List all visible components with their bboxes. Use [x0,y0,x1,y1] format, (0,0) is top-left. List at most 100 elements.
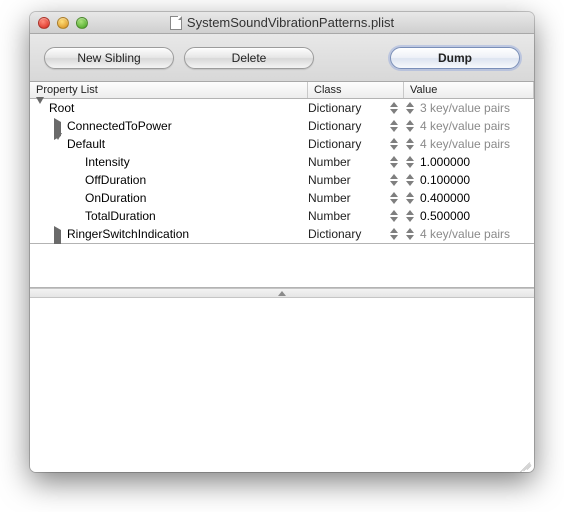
table-row[interactable]: TotalDurationNumber 0.500000 [30,207,534,225]
window-controls [30,17,88,29]
cell-property: Default [30,137,308,151]
class-stepper-icon[interactable] [390,209,398,223]
disclosure-none [72,158,81,167]
value-stepper-icon[interactable] [406,227,414,241]
header-value[interactable]: Value [404,82,534,98]
class-label: Number [308,155,351,169]
class-stepper-icon[interactable] [390,155,398,169]
cell-property: Root [30,101,308,115]
chevron-right-icon[interactable] [54,230,63,239]
cell-value: 4 key/value pairs [404,137,534,151]
value-text: 4 key/value pairs [420,119,510,133]
value-stepper-icon[interactable] [406,137,414,151]
grip-icon [278,291,286,296]
disclosure-none [72,194,81,203]
class-label: Number [308,209,351,223]
zoom-icon[interactable] [76,17,88,29]
value-stepper-icon[interactable] [406,173,414,187]
class-stepper-icon[interactable] [390,227,398,241]
split-handle[interactable] [30,288,534,298]
class-label: Dictionary [308,101,361,115]
table-header: Property List Class Value [30,82,534,99]
cell-class: Dictionary [308,101,404,115]
resize-handle[interactable] [518,456,532,470]
close-icon[interactable] [38,17,50,29]
class-label: Number [308,173,351,187]
table-body: Root Dictionary 3 key/value pairs Connected… [30,99,534,244]
class-label: Dictionary [308,227,361,241]
class-stepper-icon[interactable] [390,173,398,187]
toolbar: New Sibling Delete Dump [30,34,534,82]
property-name: Intensity [85,155,130,169]
value-text: 4 key/value pairs [420,227,510,241]
table-row[interactable]: Default Dictionary 4 key/value pairs [30,135,534,153]
titlebar: SystemSoundVibrationPatterns.plist [30,12,534,34]
value-stepper-icon[interactable] [406,119,414,133]
value-text: 0.100000 [420,173,470,187]
class-stepper-icon[interactable] [390,119,398,133]
header-property[interactable]: Property List [30,82,308,98]
cell-class: Dictionary [308,119,404,133]
cell-class: Dictionary [308,137,404,151]
delete-button[interactable]: Delete [184,47,314,69]
class-stepper-icon[interactable] [390,101,398,115]
chevron-right-icon[interactable] [54,122,63,131]
cell-class: Number [308,191,404,205]
table-empty-area [30,244,534,288]
class-label: Dictionary [308,137,361,151]
cell-property: TotalDuration [30,209,308,223]
window: SystemSoundVibrationPatterns.plist New S… [30,12,534,472]
detail-pane [30,298,534,472]
value-stepper-icon[interactable] [406,101,414,115]
table-row[interactable]: RingerSwitchIndication Dictionary 4 key/va… [30,225,534,243]
value-stepper-icon[interactable] [406,155,414,169]
chevron-down-icon[interactable] [54,140,63,149]
value-stepper-icon[interactable] [406,191,414,205]
content-area: Property List Class Value Root Dictionary… [30,82,534,472]
cell-class: Number [308,173,404,187]
document-icon [170,16,182,30]
property-name: RingerSwitchIndication [67,227,189,241]
cell-value: 4 key/value pairs [404,227,534,241]
table-row[interactable]: Intensity Number 1.000000 [30,153,534,171]
table-row[interactable]: Root Dictionary 3 key/value pairs [30,99,534,117]
dump-button[interactable]: Dump [390,47,520,69]
cell-value: 3 key/value pairs [404,101,534,115]
property-name: ConnectedToPower [67,119,172,133]
header-class[interactable]: Class [308,82,404,98]
value-text: 1.000000 [420,155,470,169]
class-stepper-icon[interactable] [390,137,398,151]
value-text: 4 key/value pairs [420,137,510,151]
table-row[interactable]: OffDuration Number 0.100000 [30,171,534,189]
cell-property: OnDuration [30,191,308,205]
cell-class: Number [308,155,404,169]
class-label: Number [308,191,351,205]
delete-label: Delete [232,51,267,65]
new-sibling-label: New Sibling [77,51,140,65]
cell-property: Intensity [30,155,308,169]
property-name: OnDuration [85,191,146,205]
property-name: Default [67,137,105,151]
property-name: OffDuration [85,173,146,187]
value-text: 3 key/value pairs [420,101,510,115]
class-label: Dictionary [308,119,361,133]
cell-property: RingerSwitchIndication [30,227,308,241]
cell-value: 1.000000 [404,155,534,169]
cell-value: 0.400000 [404,191,534,205]
cell-value: 0.500000 [404,209,534,223]
cell-property: OffDuration [30,173,308,187]
class-stepper-icon[interactable] [390,191,398,205]
cell-value: 0.100000 [404,173,534,187]
value-text: 0.400000 [420,191,470,205]
table-row[interactable]: ConnectedToPower Dictionary 4 key/value pa… [30,117,534,135]
cell-class: Number [308,209,404,223]
minimize-icon[interactable] [57,17,69,29]
table-row[interactable]: OnDuration Number 0.400000 [30,189,534,207]
chevron-down-icon[interactable] [36,104,45,113]
disclosure-none [72,212,81,221]
cell-value: 4 key/value pairs [404,119,534,133]
property-name: Root [49,101,74,115]
dump-label: Dump [438,51,472,65]
value-stepper-icon[interactable] [406,209,414,223]
new-sibling-button[interactable]: New Sibling [44,47,174,69]
